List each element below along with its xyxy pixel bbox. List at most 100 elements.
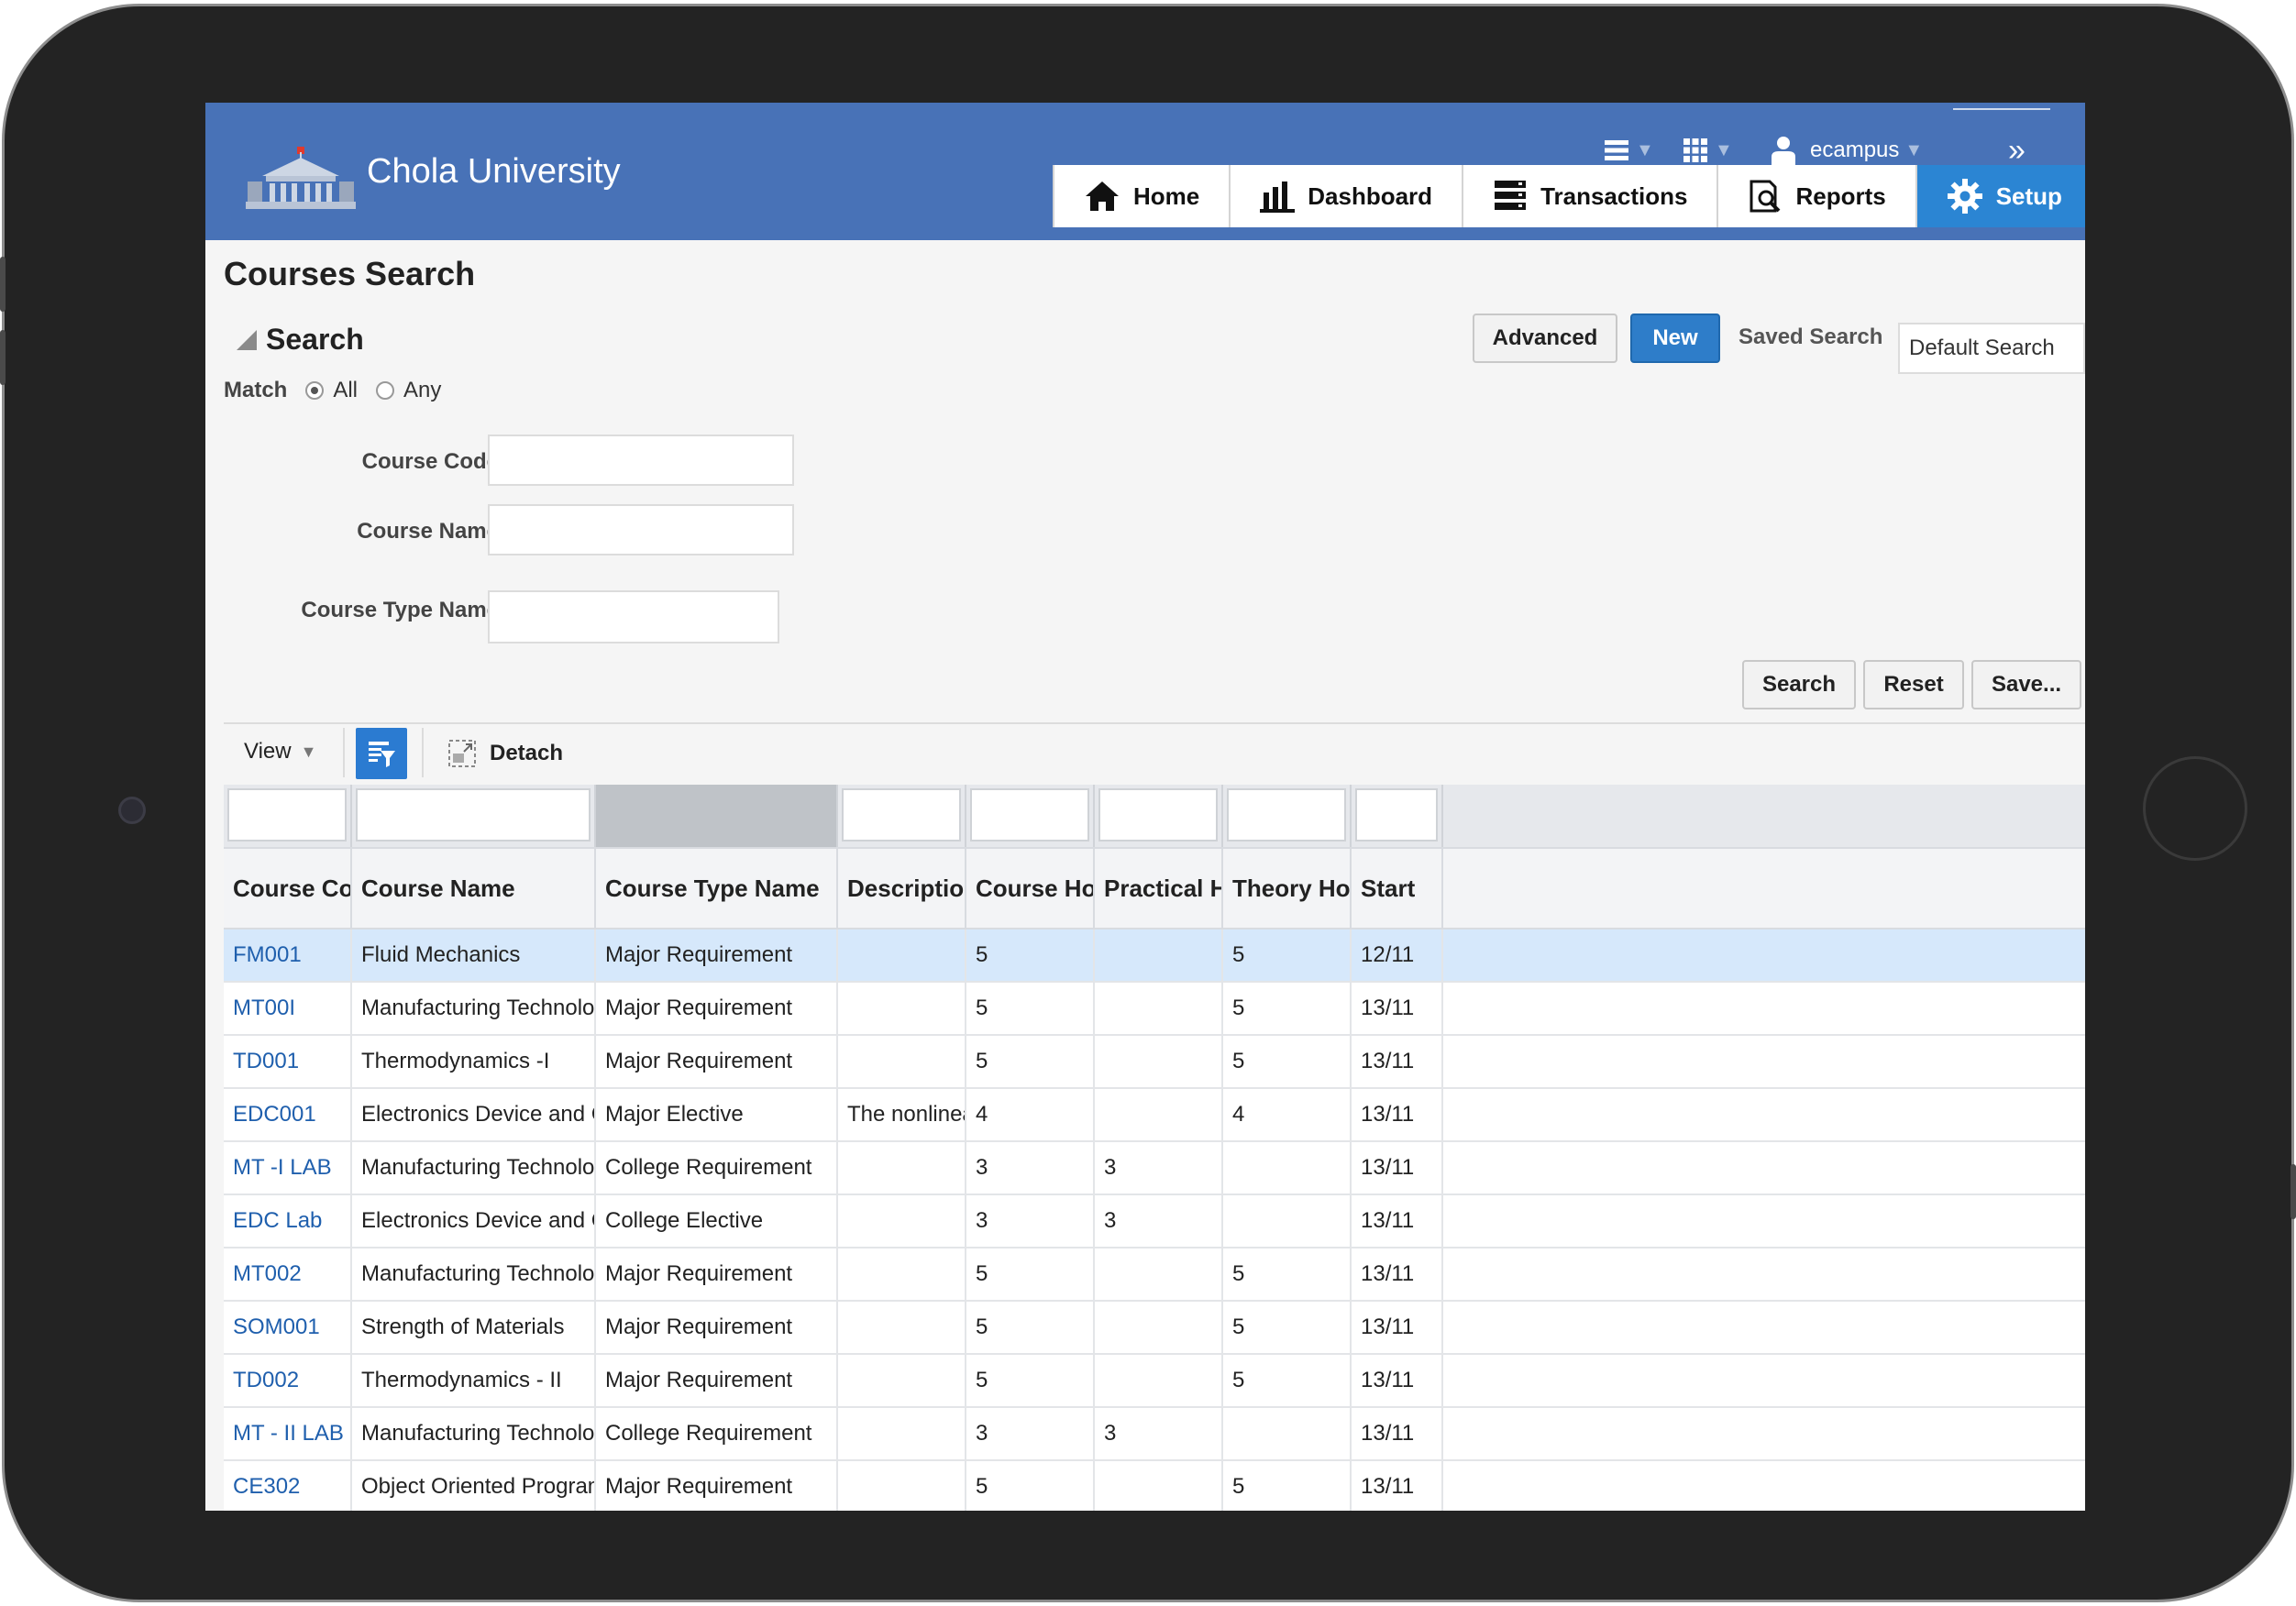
filter-cell[interactable] — [1095, 785, 1223, 847]
reset-button[interactable]: Reset — [1863, 660, 1964, 710]
table-row[interactable]: MT00IManufacturing Technology -IMajor Re… — [224, 983, 2085, 1036]
toolbar-separator — [343, 728, 345, 777]
tab-setup[interactable]: Setup — [1915, 165, 2085, 227]
filter-input[interactable] — [1355, 788, 1438, 842]
table-cell: Electronics Device and Control — [352, 1089, 596, 1140]
tab-transactions[interactable]: Transactions — [1462, 165, 1717, 227]
table-row[interactable]: TD002 Thermodynamics - II Major Requiremen… — [224, 1355, 2085, 1408]
advanced-button[interactable]: Advanced — [1473, 314, 1617, 363]
view-menu[interactable]: View ▼ — [244, 739, 316, 764]
column-header[interactable]: Practical Hours — [1095, 849, 1223, 928]
course-code-link[interactable]: TD001 — [224, 1036, 352, 1087]
column-header[interactable]: Course Name — [352, 849, 596, 928]
match-label: Match — [224, 378, 288, 402]
filter-cell[interactable] — [966, 785, 1095, 847]
table-cell: Manufacturing Technology -I — [352, 983, 596, 1034]
course-code-link[interactable]: FM001 — [224, 930, 352, 981]
search-heading: Search — [266, 323, 364, 356]
filter-input[interactable] — [356, 788, 591, 842]
table-row[interactable]: SOM001 Strength of Materials Major Require… — [224, 1302, 2085, 1355]
detach-button[interactable]: Detach — [447, 739, 563, 768]
table-body: FM001 Fluid Mechanics Major Requirement 5 5 1… — [224, 930, 2085, 1511]
match-any-radio[interactable] — [376, 381, 395, 400]
table-cell: 12/11 — [1352, 930, 1443, 981]
saved-search-select[interactable]: Default Search — [1898, 323, 2085, 374]
table-cell: 5 — [1223, 1355, 1352, 1406]
table-cell — [1095, 983, 1223, 1034]
filter-cell[interactable] — [1223, 785, 1352, 847]
app-header: Chola University ▼ ▼ ecampus ▼ » Home Da… — [205, 103, 2085, 240]
home-button[interactable] — [2143, 756, 2247, 861]
course-name-input[interactable] — [488, 504, 794, 556]
course-name-label: Course Name — [357, 519, 499, 544]
table-cell: 13/11 — [1352, 1036, 1443, 1087]
course-code-link[interactable]: TD002 — [224, 1355, 352, 1406]
query-by-example-button[interactable] — [356, 728, 407, 779]
table-cell: Thermodynamics - II — [352, 1355, 596, 1406]
table-row[interactable]: EDC001Electronics Device and ControlMajo… — [224, 1089, 2085, 1142]
table-cell — [838, 1142, 966, 1194]
table-row[interactable]: FM001 Fluid Mechanics Major Requirement 5 5 1… — [224, 930, 2085, 983]
filter-input[interactable] — [1098, 788, 1218, 842]
course-code-link[interactable]: EDC Lab — [224, 1195, 352, 1247]
filter-input[interactable] — [842, 788, 961, 842]
filter-cell[interactable] — [838, 785, 966, 847]
course-code-label: Course Code — [361, 449, 499, 474]
filter-cell[interactable] — [352, 785, 596, 847]
user-icon — [1772, 137, 1795, 166]
filter-input[interactable] — [227, 788, 347, 842]
table-cell: 13/11 — [1352, 1248, 1443, 1300]
filter-input[interactable] — [1227, 788, 1346, 842]
course-code-link[interactable]: SOM001 — [224, 1302, 352, 1353]
table-cell: 3 — [966, 1142, 1095, 1194]
course-code-link[interactable]: MT -I LAB — [224, 1142, 352, 1194]
course-code-link[interactable]: MT002 — [224, 1248, 352, 1300]
table-cell — [1095, 930, 1223, 981]
course-code-input[interactable] — [488, 434, 794, 486]
course-type-name-input[interactable] — [488, 590, 779, 644]
table-cell: 5 — [1223, 983, 1352, 1034]
table-cell: 5 — [966, 1248, 1095, 1300]
view-label: View — [244, 739, 292, 764]
course-code-link[interactable]: CE302 — [224, 1461, 352, 1511]
table-row[interactable]: MT -I LABManufacturing Technology -I Lab… — [224, 1142, 2085, 1195]
brand-name: Chola University — [367, 152, 621, 191]
filter-cell[interactable] — [1352, 785, 1443, 847]
column-header[interactable]: Course Type Name — [596, 849, 838, 928]
table-cell: 5 — [1223, 1036, 1352, 1087]
tab-dashboard[interactable]: Dashboard — [1229, 165, 1463, 227]
filter-row — [224, 785, 2085, 847]
column-header[interactable]: Course Hours — [966, 849, 1095, 928]
filter-input[interactable] — [970, 788, 1089, 842]
table-row[interactable]: TD001 Thermodynamics -I Major Requirement 5… — [224, 1036, 2085, 1089]
collapse-triangle-icon[interactable] — [237, 330, 257, 350]
table-cell — [1095, 1302, 1223, 1353]
course-code-link[interactable]: MT00I — [224, 983, 352, 1034]
filter-cell[interactable] — [224, 785, 352, 847]
course-code-link[interactable]: EDC001 — [224, 1089, 352, 1140]
detach-icon — [448, 740, 476, 767]
course-code-link[interactable]: MT - II LAB — [224, 1408, 352, 1459]
table-cell: College Elective — [596, 1195, 838, 1247]
tab-reports[interactable]: Reports — [1716, 165, 1915, 227]
save-button[interactable]: Save... — [1971, 660, 2081, 710]
column-header[interactable]: Start — [1352, 849, 1443, 928]
filter-cell — [596, 785, 838, 847]
match-all-radio[interactable] — [305, 381, 325, 400]
table-cell: Manufacturing Technology - II Lab — [352, 1408, 596, 1459]
table-cell: 13/11 — [1352, 1089, 1443, 1140]
toolbar-separator — [422, 728, 424, 777]
tab-home[interactable]: Home — [1053, 165, 1230, 227]
table-header: Course CodeCourse NameCourse Type NameDe… — [224, 847, 2085, 930]
table-row[interactable]: MT - II LABManufacturing Technology - II… — [224, 1408, 2085, 1461]
search-button[interactable]: Search — [1742, 660, 1856, 710]
column-header[interactable]: Description — [838, 849, 966, 928]
table-row[interactable]: CE302Object Oriented ProgrammingMajor Re… — [224, 1461, 2085, 1511]
column-header[interactable]: Theory Hours — [1223, 849, 1352, 928]
table-cell — [1095, 1036, 1223, 1087]
table-row[interactable]: MT002Manufacturing Technology - IIMajor … — [224, 1248, 2085, 1302]
column-header[interactable]: Course Code — [224, 849, 352, 928]
table-cell: Major Requirement — [596, 983, 838, 1034]
new-button[interactable]: New — [1630, 314, 1720, 363]
table-row[interactable]: EDC LabElectronics Device and Control La… — [224, 1195, 2085, 1248]
